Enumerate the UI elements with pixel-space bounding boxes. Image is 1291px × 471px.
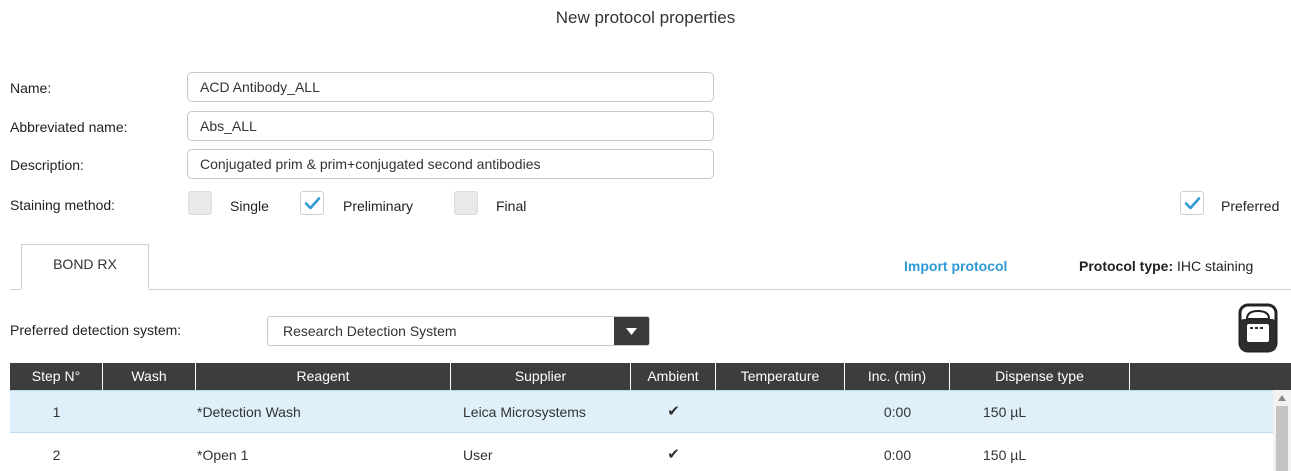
cell-supplier: Leica Microsystems	[463, 404, 586, 420]
final-checkbox-label: Final	[496, 198, 527, 214]
detection-system-select[interactable]: Research Detection System	[267, 316, 650, 346]
single-checkbox-label: Single	[230, 198, 269, 214]
abbreviated-name-field[interactable]: Abs_ALL	[187, 111, 714, 141]
single-checkbox[interactable]	[188, 191, 212, 215]
column-header-wash[interactable]: Wash	[103, 363, 196, 390]
preferred-checkbox-label: Preferred	[1221, 198, 1280, 214]
cell-step: 1	[52, 404, 61, 420]
cell-wash	[103, 434, 196, 471]
cell-ambient-check-icon: ✔	[667, 403, 680, 420]
column-header-reagent[interactable]: Reagent	[196, 363, 451, 390]
preliminary-checkbox-label: Preliminary	[343, 198, 414, 214]
table-header: Step N° Wash Reagent Supplier Ambient Te…	[10, 363, 1291, 390]
scroll-up-arrow-icon[interactable]	[1278, 395, 1286, 401]
cell-reagent: *Open 1	[197, 447, 249, 463]
final-checkbox[interactable]	[454, 191, 478, 215]
tab-bar-divider	[10, 289, 1291, 290]
cell-inc: 0:00	[883, 404, 912, 420]
table-row[interactable]: 1 *Detection Wash Leica Microsystems ✔ 0…	[10, 390, 1273, 433]
cell-dispense-type: 150 µL	[983, 404, 1027, 420]
dropdown-button[interactable]	[614, 317, 649, 345]
staining-method-label: Staining method:	[10, 197, 116, 213]
cell-wash	[103, 391, 196, 433]
name-field[interactable]: ACD Antibody_ALL	[187, 72, 714, 102]
abbreviated-name-label: Abbreviated name:	[10, 119, 128, 135]
preliminary-checkbox[interactable]	[300, 191, 324, 215]
instrument-icon	[1238, 303, 1278, 353]
cell-inc: 0:00	[883, 447, 912, 463]
cell-temperature	[716, 434, 845, 471]
column-header-temperature[interactable]: Temperature	[716, 363, 845, 390]
table-scrollbar[interactable]	[1273, 390, 1291, 471]
cell-temperature	[716, 391, 845, 433]
description-label: Description:	[10, 157, 84, 173]
tab-bond-rx[interactable]: BOND RX	[21, 244, 149, 290]
detection-system-label: Preferred detection system:	[10, 322, 182, 338]
column-header-step[interactable]: Step N°	[10, 363, 103, 390]
preferred-checkbox[interactable]	[1180, 191, 1204, 215]
column-header-dispense-type[interactable]: Dispense type	[950, 363, 1130, 390]
cell-reagent: *Detection Wash	[197, 404, 301, 420]
cell-step: 2	[52, 447, 61, 463]
chevron-down-icon	[626, 328, 637, 335]
scrollbar-thumb[interactable]	[1276, 406, 1288, 471]
cell-dispense-type: 150 µL	[983, 447, 1027, 463]
protocol-type-label: Protocol type:	[1079, 258, 1174, 274]
column-header-supplier[interactable]: Supplier	[451, 363, 631, 390]
cell-supplier: User	[463, 447, 493, 463]
protocol-type: Protocol type: IHC staining	[1079, 258, 1253, 274]
protocol-type-value: IHC staining	[1177, 258, 1254, 274]
detection-system-value: Research Detection System	[283, 323, 457, 339]
dialog-title: New protocol properties	[555, 8, 736, 27]
checkmark-icon	[304, 197, 321, 210]
cell-ambient-check-icon: ✔	[667, 446, 680, 463]
import-protocol-link[interactable]: Import protocol	[904, 258, 1007, 274]
name-label: Name:	[10, 80, 52, 96]
description-field[interactable]: Conjugated prim & prim+conjugated second…	[187, 149, 714, 179]
checkmark-icon	[1184, 197, 1201, 210]
column-header-inc[interactable]: Inc. (min)	[845, 363, 950, 390]
table-row[interactable]: 2 *Open 1 User ✔ 0:00 150 µL	[10, 434, 1273, 471]
column-header-ambient[interactable]: Ambient	[631, 363, 716, 390]
